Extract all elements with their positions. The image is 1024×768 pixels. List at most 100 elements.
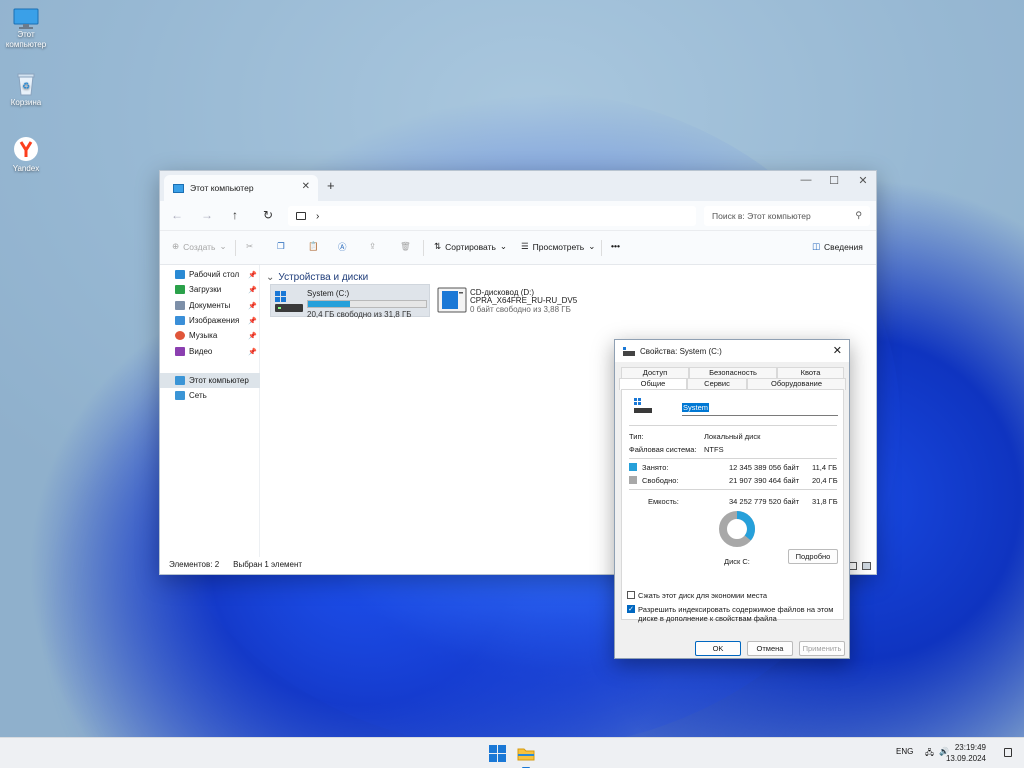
index-label-line1: Разрешить индексировать содержимое файло…: [638, 605, 834, 614]
sidebar-item-videos[interactable]: Видео 📌: [160, 344, 260, 359]
free-bytes: 21 907 390 464 байт: [729, 476, 800, 485]
sidebar-item-downloads[interactable]: Загрузки 📌: [160, 282, 260, 297]
details-button[interactable]: Подробно: [788, 549, 838, 564]
notification-icon[interactable]: [1004, 748, 1012, 757]
drive-usage-bar: [307, 300, 427, 308]
view-button[interactable]: ☰ Просмотреть ⌄: [521, 241, 595, 252]
volume-name-input[interactable]: System: [682, 403, 838, 416]
sidebar-item-label: Документы: [189, 301, 231, 310]
navigation-bar: ← → ↑ ↻ › Поиск в: Этот компьютер ⚲: [160, 201, 876, 231]
group-title: Устройства и диски: [278, 272, 369, 283]
desktop-folder-icon: [175, 270, 185, 279]
drive-icon: [623, 346, 635, 356]
address-bar[interactable]: ›: [288, 206, 696, 226]
sidebar-item-documents[interactable]: Документы 📌: [160, 298, 260, 313]
recycle-bin-icon: ♻: [15, 72, 37, 96]
drive-usage-fill: [308, 301, 351, 307]
disk-usage-donut: [719, 511, 755, 547]
drive-volume-label: CPRA_X64FRE_RU-RU_DV5: [470, 296, 578, 305]
computer-icon: [173, 183, 184, 193]
up-button[interactable]: ↑: [232, 208, 238, 222]
back-button[interactable]: ←: [171, 208, 183, 222]
dialog-titlebar: Свойства: System (C:) ✕: [615, 340, 849, 362]
tab-quota[interactable]: Квота: [777, 367, 844, 378]
search-placeholder: Поиск в: Этот компьютер: [712, 211, 811, 221]
capacity-gb: 31,8 ГБ: [812, 497, 838, 506]
share-button[interactable]: ⇪: [369, 241, 376, 252]
apply-button[interactable]: Применить: [799, 641, 845, 656]
type-value: Локальный диск: [704, 432, 761, 441]
index-label-line2: диске в дополнение к свойствам файла: [638, 614, 777, 623]
chevron-right-icon[interactable]: ›: [316, 211, 319, 222]
language-indicator[interactable]: ENG: [896, 747, 913, 756]
sidebar-item-label: Музыка: [189, 331, 218, 340]
divider: [601, 240, 602, 256]
sidebar-item-label: Этот компьютер: [189, 376, 249, 385]
paste-button[interactable]: 📋: [308, 241, 319, 252]
index-checkbox[interactable]: ✓: [627, 605, 635, 613]
divider: [629, 458, 837, 459]
create-button[interactable]: ⊕ Создать ⌄: [172, 241, 227, 252]
tab-this-pc[interactable]: Этот компьютер ✕: [164, 175, 318, 201]
drive-d[interactable]: CD-дисковод (D:) CPRA_X64FRE_RU-RU_DV5 0…: [434, 284, 604, 317]
divider: [629, 425, 837, 426]
delete-button[interactable]: 🗑: [400, 241, 411, 252]
share-icon: ⇪: [369, 241, 377, 251]
hard-drive-icon: [634, 398, 652, 413]
close-window-button[interactable]: ✕: [848, 174, 878, 187]
desktop-icon-recycle-bin[interactable]: ♻ Корзина: [0, 72, 52, 108]
minimize-button[interactable]: —: [791, 174, 821, 186]
tab-sharing[interactable]: Доступ: [621, 367, 689, 378]
divider: [423, 240, 424, 256]
details-button[interactable]: ◫ Сведения: [812, 241, 863, 252]
tab-bar: Этот компьютер ✕ + — ☐ ✕: [160, 171, 876, 201]
compress-checkbox[interactable]: [627, 591, 635, 599]
rename-button[interactable]: Ⓐ: [338, 241, 347, 253]
sidebar-item-music[interactable]: Музыка 📌: [160, 328, 260, 343]
items-count: Элементов: 2: [169, 560, 220, 569]
pin-icon: 📌: [248, 317, 257, 325]
refresh-button[interactable]: ↻: [263, 208, 273, 222]
date: 13.09.2024: [945, 754, 986, 763]
tab-security[interactable]: Безопасность: [689, 367, 777, 378]
close-tab-icon[interactable]: ✕: [302, 181, 310, 192]
clock[interactable]: 23:19:49 13.09.2024: [946, 742, 986, 764]
maximize-button[interactable]: ☐: [819, 174, 849, 187]
view-icon: ☰: [521, 241, 529, 251]
more-button[interactable]: •••: [611, 241, 620, 251]
desktop-icon-this-pc[interactable]: Этот компьютер: [0, 8, 52, 50]
sidebar-item-network[interactable]: Сеть: [160, 388, 260, 403]
sidebar-item-desktop[interactable]: Рабочий стол 📌: [160, 267, 260, 282]
pictures-folder-icon: [175, 316, 185, 325]
forward-button[interactable]: →: [201, 208, 213, 222]
start-button[interactable]: [489, 745, 507, 763]
sort-button[interactable]: ⇅ Сортировать ⌄: [434, 241, 507, 252]
search-icon: ⚲: [855, 210, 862, 220]
videos-folder-icon: [175, 347, 185, 356]
computer-icon: [175, 376, 185, 385]
pin-icon: 📌: [248, 332, 257, 340]
cut-button[interactable]: ✂: [246, 241, 253, 252]
desktop-icon-yandex[interactable]: Yandex: [0, 136, 52, 174]
new-tab-button[interactable]: +: [327, 178, 335, 193]
copy-button[interactable]: ❐: [277, 241, 285, 252]
cancel-button[interactable]: Отмена: [747, 641, 793, 656]
tiles-view-icon[interactable]: [862, 562, 871, 570]
ok-button[interactable]: OK: [695, 641, 741, 656]
tab-row-back: Доступ Безопасность Квота: [621, 367, 844, 378]
sidebar-item-pictures[interactable]: Изображения 📌: [160, 313, 260, 328]
search-input[interactable]: Поиск в: Этот компьютер ⚲: [704, 206, 870, 226]
group-header[interactable]: ⌄ Устройства и диски: [266, 272, 368, 283]
network-icon: [175, 391, 185, 400]
file-explorer-taskbar-button[interactable]: [517, 745, 535, 768]
sidebar-item-label: Видео: [189, 347, 213, 356]
drive-c[interactable]: System (C:) 20,4 ГБ свободно из 31,8 ГБ: [270, 284, 430, 319]
close-dialog-button[interactable]: ✕: [833, 344, 842, 357]
used-label: Занято:: [642, 463, 669, 472]
sidebar-item-this-pc[interactable]: Этот компьютер: [160, 373, 260, 388]
network-icon[interactable]: 🖧: [925, 747, 934, 761]
command-bar: ⊕ Создать ⌄ ✂ ❐ 📋 Ⓐ ⇪ 🗑 ⇅ Сортировать ⌄ …: [160, 231, 876, 265]
details-pane-icon: ◫: [812, 241, 821, 251]
capacity-label: Емкость:: [648, 497, 679, 506]
sort-icon: ⇅: [434, 241, 442, 251]
